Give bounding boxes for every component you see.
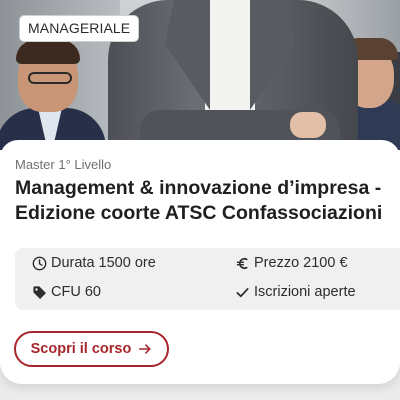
tag-icon	[33, 285, 46, 299]
price-text: Prezzo 2100 €	[254, 255, 348, 271]
course-info-panel: Durata 1500 ore Prezzo 2100 € CFU 60 Isc…	[15, 248, 400, 310]
euro-icon	[236, 257, 248, 269]
discover-course-button[interactable]: Scopri il corso	[14, 331, 169, 367]
duration-info: Durata 1500 ore	[32, 255, 156, 271]
discover-course-label: Scopri il corso	[30, 341, 132, 357]
price-info: Prezzo 2100 €	[235, 255, 348, 271]
enrollment-text: Iscrizioni aperte	[254, 284, 356, 300]
course-level: Master 1° Livello	[15, 157, 112, 172]
clock-icon	[32, 256, 47, 270]
duration-text: Durata 1500 ore	[51, 255, 156, 271]
credits-info: CFU 60	[32, 284, 101, 300]
arrow-right-icon	[139, 344, 151, 354]
category-badge: MANAGERIALE	[19, 15, 140, 42]
course-title[interactable]: Management & innovazione d’impresa - Edi…	[15, 176, 400, 226]
course-card[interactable]: MANAGERIALE Master 1° Livello Management…	[0, 0, 400, 384]
check-icon	[236, 287, 249, 297]
enrollment-info: Iscrizioni aperte	[235, 284, 356, 300]
credits-text: CFU 60	[51, 284, 101, 300]
card-body: Master 1° Livello Management & innovazio…	[0, 140, 400, 384]
